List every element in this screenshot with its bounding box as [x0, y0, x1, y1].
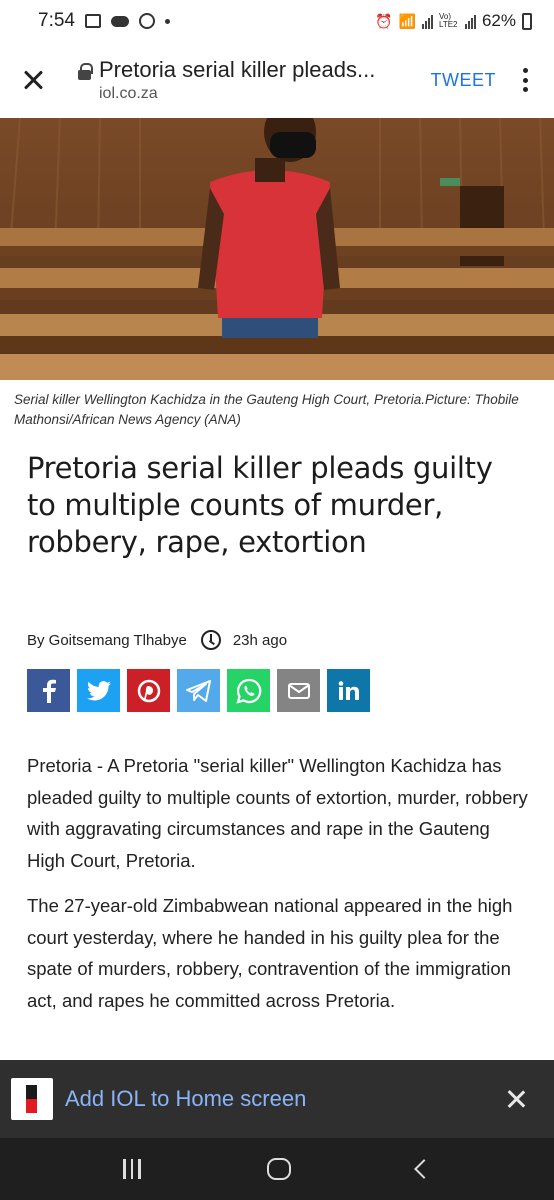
- gallery-icon: [84, 14, 101, 28]
- facebook-icon: [42, 679, 56, 703]
- close-banner-icon[interactable]: [504, 1087, 528, 1111]
- article-paragraph: The 27-year-old Zimbabwean national appe…: [27, 895, 513, 1011]
- android-navigation-bar: [0, 1138, 554, 1200]
- recent-apps-icon[interactable]: [123, 1159, 141, 1179]
- title-block: Pretoria serial killer pleads... iol.co.…: [78, 57, 388, 103]
- page-title: Pretoria serial killer pleads...: [99, 57, 376, 82]
- page-url: iol.co.za: [99, 85, 158, 102]
- home-icon[interactable]: [266, 1158, 291, 1180]
- close-icon[interactable]: [18, 65, 48, 95]
- signal-strength-icon: [421, 13, 433, 29]
- whatsapp-icon: [235, 678, 261, 704]
- telegram-share-button[interactable]: [177, 669, 220, 712]
- linkedin-icon: [338, 680, 359, 700]
- linkedin-share-button[interactable]: [327, 669, 370, 712]
- publish-time: 23h ago: [232, 631, 288, 649]
- facebook-share-button[interactable]: [27, 669, 70, 712]
- more-options-icon[interactable]: [522, 68, 528, 92]
- alarm-lock-icon: ⏰: [375, 12, 393, 29]
- add-to-home-banner: Add IOL to Home screen: [0, 1060, 554, 1138]
- wifi-icon: 📶: [398, 12, 416, 29]
- share-buttons: [27, 669, 370, 712]
- cloud-icon: [110, 15, 129, 27]
- status-bar: 7:54 ⏰ 📶 Vo) LTE2 62%: [0, 0, 554, 42]
- email-share-button[interactable]: [277, 669, 320, 712]
- iol-logo: [11, 1078, 53, 1120]
- signal-strength-2-icon: [464, 13, 476, 29]
- image-caption: Serial killer Wellington Kachidza in the…: [14, 392, 519, 427]
- battery-icon: [522, 12, 532, 30]
- article-headline: Pretoria serial killer pleads guilty to …: [27, 451, 493, 559]
- lock-icon: [78, 63, 93, 80]
- twitter-icon: [86, 680, 111, 700]
- whatsapp-notification-icon: [138, 13, 155, 29]
- add-to-home-button[interactable]: Add IOL to Home screen: [65, 1086, 306, 1112]
- clock-icon: [200, 630, 221, 650]
- email-icon: [287, 682, 310, 699]
- byline: By Goitsemang Tlhabye 23h ago: [27, 630, 287, 650]
- pinterest-share-button[interactable]: [127, 669, 170, 712]
- article-hero-image: [0, 118, 554, 380]
- tweet-button[interactable]: TWEET: [431, 70, 497, 91]
- back-icon[interactable]: [413, 1159, 434, 1179]
- author-name[interactable]: By Goitsemang Tlhabye: [27, 632, 187, 649]
- whatsapp-share-button[interactable]: [227, 669, 270, 712]
- battery-percent: 62%: [481, 11, 516, 30]
- article-paragraph: Pretoria - A Pretoria "serial killer" We…: [27, 755, 528, 871]
- browser-toolbar: Pretoria serial killer pleads... iol.co.…: [0, 42, 554, 118]
- twitter-share-button[interactable]: [77, 669, 120, 712]
- pinterest-icon: [137, 679, 160, 702]
- network-label: Vo) LTE2: [438, 12, 458, 29]
- article-body: Pretoria - A Pretoria "serial killer" We…: [27, 750, 532, 1030]
- more-notifications-icon: [164, 18, 170, 24]
- status-time: 7:54: [38, 10, 75, 31]
- telegram-icon: [185, 679, 211, 702]
